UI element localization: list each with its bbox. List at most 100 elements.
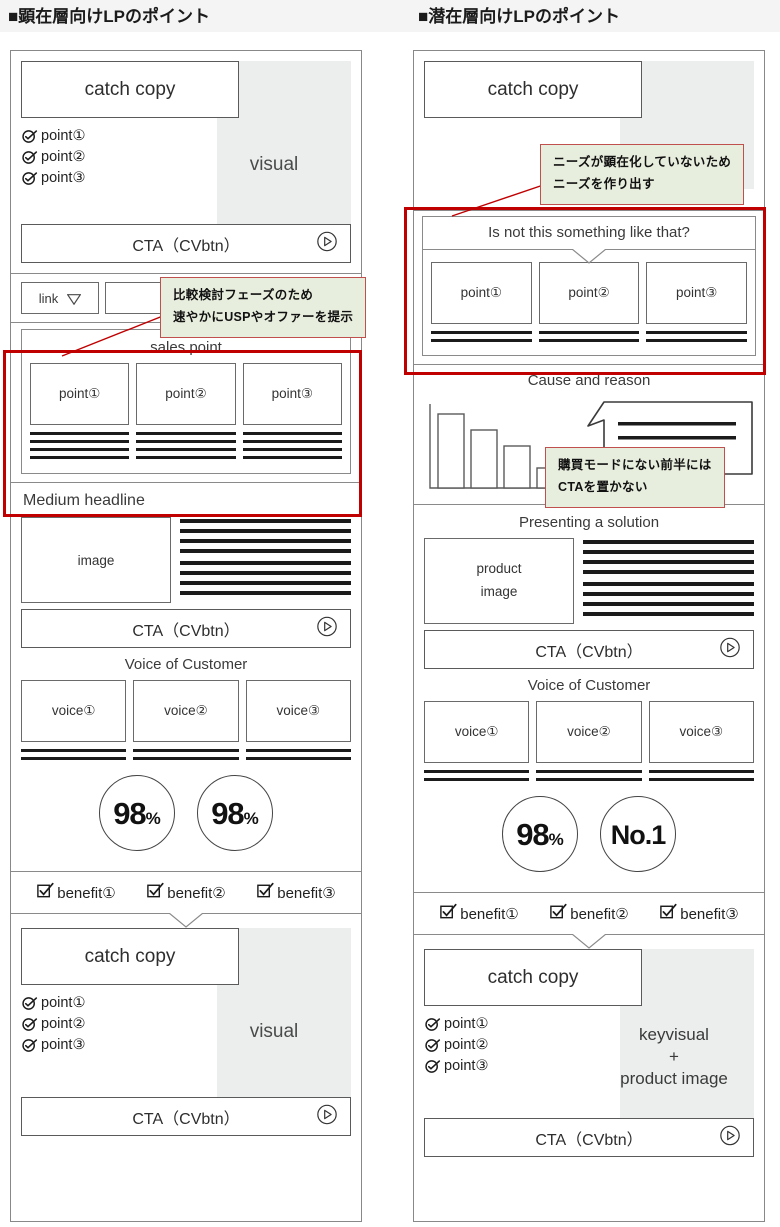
section-title: Medium headline	[23, 492, 145, 509]
list-item-label: point①	[444, 1015, 489, 1032]
benefit-label: benefit③	[680, 905, 739, 923]
image-label-line1: product	[476, 561, 522, 577]
stat-value: 98	[113, 796, 146, 831]
cta-label: CTA（CVbtn）	[535, 1131, 643, 1149]
question-text-lines	[431, 331, 748, 347]
cta-label: CTA（CVbtn）	[132, 237, 240, 255]
benefit-label: benefit②	[570, 905, 629, 923]
check-circle-icon	[21, 995, 38, 1012]
check-circle-icon	[21, 1037, 38, 1054]
cta-button[interactable]: CTA（CVbtn）	[424, 1118, 754, 1157]
play-circle-icon	[719, 1124, 741, 1151]
check-box-icon	[36, 881, 55, 904]
keyvisual-line3: product image	[620, 1069, 728, 1089]
benefit-label: benefit③	[277, 884, 336, 902]
benefit-label: benefit①	[57, 884, 116, 902]
benefit-item: benefit①	[36, 881, 116, 904]
card: point②	[136, 363, 236, 425]
cta-button[interactable]: CTA（CVbtn）	[21, 609, 351, 648]
annotation-1: 比較検討フェーズのため 速やかにUSPやオファーを提示	[160, 277, 367, 338]
check-circle-icon	[424, 1037, 441, 1054]
right-solution-section: Presenting a solution product image CTA（…	[414, 505, 764, 893]
check-box-icon	[549, 902, 568, 925]
text-line-group	[30, 432, 130, 464]
stat-value: 98	[211, 796, 244, 831]
link-label: link	[38, 290, 59, 306]
annotation-line-1: 比較検討フェーズのため	[173, 288, 314, 302]
annotation-line-1: ニーズが顕在化していないため	[553, 155, 732, 169]
list-item-label: point②	[41, 1015, 86, 1032]
cta-button[interactable]: CTA（CVbtn）	[21, 224, 351, 263]
lp-wireframe-right: catch copy Is not this something like th…	[413, 50, 765, 1222]
question-title: Is not this something like that?	[422, 216, 756, 249]
check-box-icon	[439, 902, 458, 925]
header-title-left: ■顕在層向けLPのポイント	[8, 7, 210, 26]
list-item: point①	[21, 128, 351, 145]
headline-row: image	[21, 517, 351, 603]
stat-unit: %	[548, 830, 564, 849]
stat-value: 98	[516, 817, 549, 852]
text-line-group	[242, 432, 342, 464]
solution-row: product image	[424, 538, 754, 624]
salespoint-text-lines	[30, 432, 342, 464]
annotation-line-1: 購買モードにない前半には	[558, 458, 712, 472]
stat-badge-row: 98% 98%	[21, 765, 351, 863]
section-title: Cause and reason	[527, 372, 651, 389]
cta-label: CTA（CVbtn）	[535, 643, 643, 661]
left-hero-section: catch copy visual point① point② point③ C…	[11, 51, 361, 274]
text-line-group	[180, 517, 351, 601]
header-title-right: ■潜在層向けLPのポイント	[418, 7, 620, 26]
text-line-group	[431, 331, 532, 347]
benefit-item: benefit①	[439, 902, 519, 925]
cta-label: CTA（CVbtn）	[132, 1110, 240, 1128]
benefit-label: benefit②	[167, 884, 226, 902]
cta-button[interactable]: CTA（CVbtn）	[21, 1097, 351, 1136]
benefit-item: benefit③	[256, 881, 336, 904]
check-box-icon	[146, 881, 165, 904]
text-line-group	[583, 538, 754, 622]
card: voice③	[245, 680, 351, 742]
image-placeholder: image	[21, 517, 171, 603]
stat-unit: %	[145, 809, 161, 828]
card: point③	[646, 262, 748, 324]
image-placeholder: product image	[424, 538, 574, 624]
left-mediumheadline-section: Medium headline image CTA（CVbtn） Voice o…	[11, 483, 361, 872]
text-line-group	[245, 749, 351, 765]
card: voice②	[536, 701, 642, 763]
annotation-2: ニーズが顕在化していないため ニーズを作り出す	[540, 144, 745, 205]
hero-keyvisual-label: keyvisual + product image	[604, 1024, 744, 1090]
left-footer-hero-section: catch copy visual point① point② point③ C…	[11, 912, 361, 1146]
check-box-icon	[256, 881, 275, 904]
keyvisual-line2: +	[669, 1047, 679, 1067]
hero-catchcopy-box: catch copy	[21, 61, 239, 118]
check-circle-icon	[424, 1016, 441, 1033]
section-title: Voice of Customer	[527, 677, 651, 694]
hero-visual-label: visual	[249, 1021, 299, 1042]
hero-body: keyvisual + product image point① point② …	[424, 1006, 754, 1106]
benefit-item: benefit②	[549, 902, 629, 925]
benefit-item: benefit③	[659, 902, 739, 925]
voice-card-grid: voice① voice② voice③	[21, 680, 351, 742]
check-circle-icon	[21, 1016, 38, 1033]
voice-text-lines	[424, 770, 754, 786]
slide-root: ■顕在層向けLPのポイント ■潜在層向けLPのポイント catch copy v…	[0, 0, 780, 1227]
hero-body: visual point① point② point③	[21, 985, 351, 1085]
card: voice③	[648, 701, 754, 763]
play-circle-icon	[316, 615, 338, 642]
check-circle-icon	[21, 128, 38, 145]
voice-text-lines	[21, 749, 351, 765]
list-item-label: point③	[444, 1057, 489, 1074]
benefit-item: benefit②	[146, 881, 226, 904]
section-title: Presenting a solution	[518, 514, 660, 531]
check-box-icon	[659, 902, 678, 925]
cta-button[interactable]: CTA（CVbtn）	[424, 630, 754, 669]
right-benefits-section: benefit① benefit② benefit③	[414, 893, 764, 935]
hero-catchcopy-box: catch copy	[424, 949, 642, 1006]
section-title: Voice of Customer	[124, 656, 248, 673]
salespoint-card-grid: point① point② point③	[30, 363, 342, 425]
lp-wireframe-left: catch copy visual point① point② point③ C…	[10, 50, 362, 1222]
hero-point-list: point① point② point③	[21, 118, 351, 187]
card: point③	[242, 363, 342, 425]
play-circle-icon	[316, 230, 338, 257]
cta-label: CTA（CVbtn）	[132, 622, 240, 640]
